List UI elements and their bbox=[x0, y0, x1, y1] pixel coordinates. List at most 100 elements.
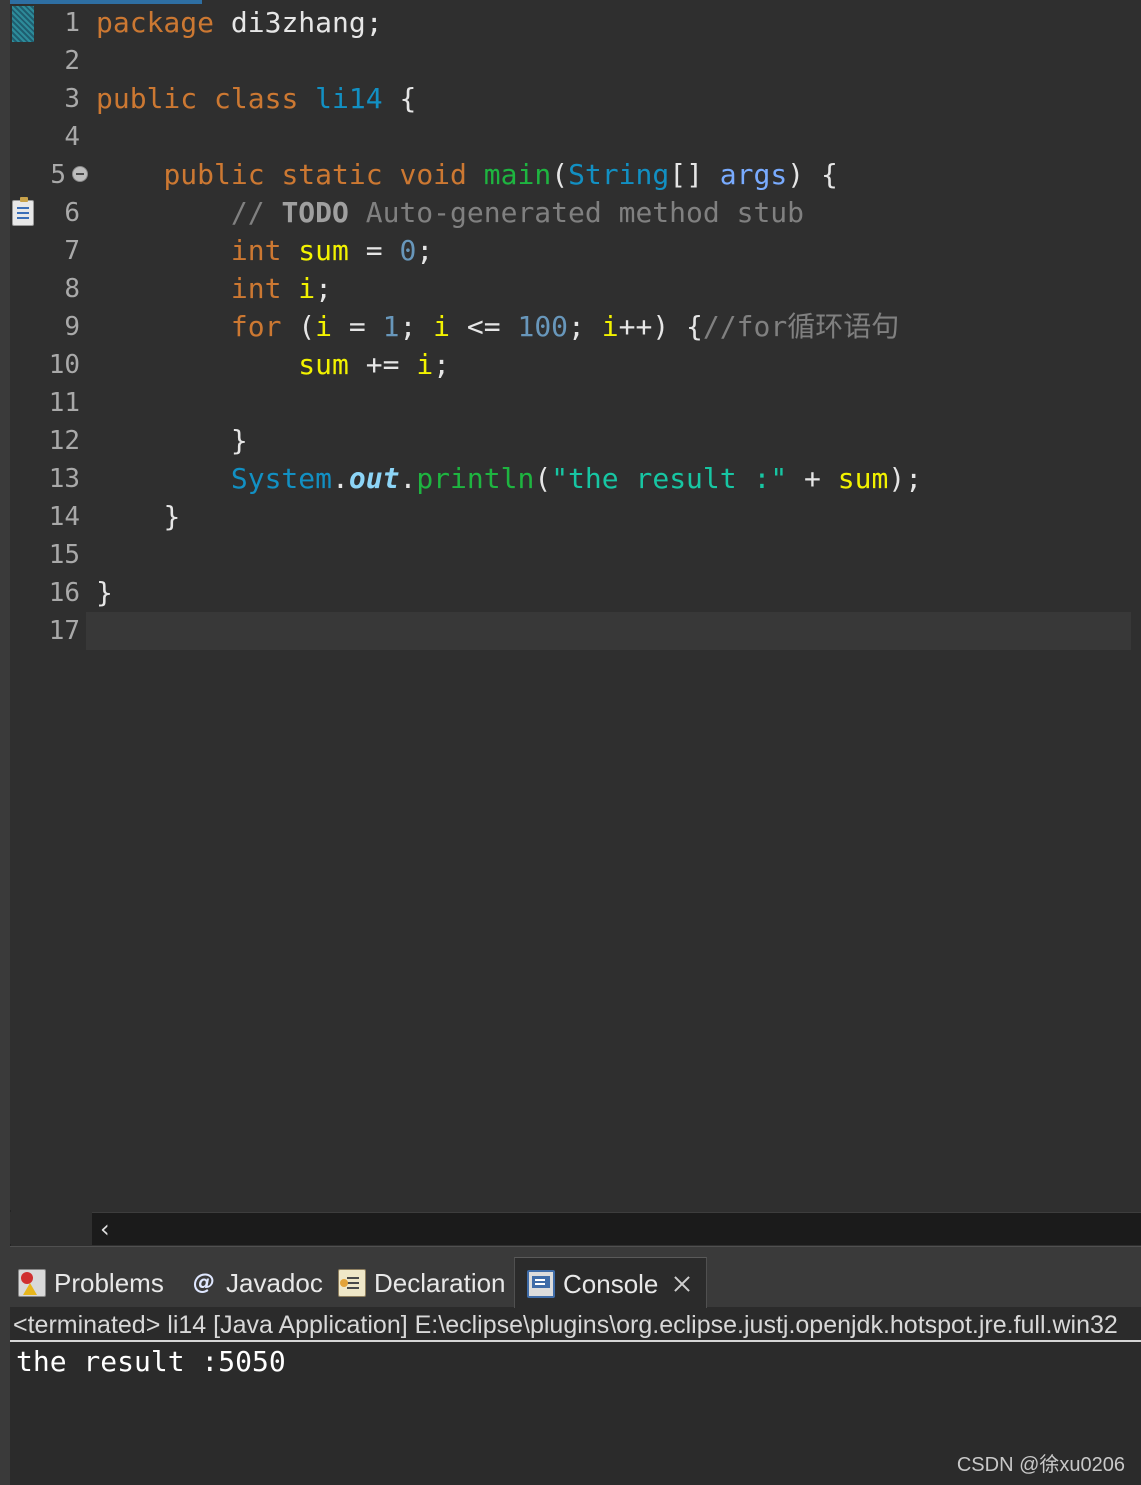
tab-console[interactable]: Console bbox=[514, 1257, 708, 1308]
token-text: ( bbox=[281, 310, 316, 343]
token-type: String bbox=[568, 158, 670, 191]
panel-tab-bar: Problems @ Javadoc Declaration Console bbox=[10, 1246, 1141, 1308]
token-method: println bbox=[416, 462, 535, 495]
token-keyword: for bbox=[230, 310, 282, 343]
line-number: 3 bbox=[64, 84, 80, 114]
token-parameter: args bbox=[719, 158, 788, 191]
token-comment: //for循环语句 bbox=[702, 310, 900, 343]
line-number: 12 bbox=[48, 426, 80, 456]
token-text: ; bbox=[399, 310, 434, 343]
token-local-variable: i bbox=[315, 310, 333, 343]
line-number: 7 bbox=[64, 236, 80, 266]
token-keyword: int bbox=[230, 272, 282, 305]
line-number: 2 bbox=[64, 46, 80, 76]
javadoc-icon: @ bbox=[193, 1270, 215, 1296]
token-number: 0 bbox=[399, 234, 417, 267]
console-output-text[interactable]: the result :5050 bbox=[16, 1342, 286, 1382]
code-line-8: int i; bbox=[96, 270, 332, 308]
token-text: ( bbox=[551, 158, 569, 191]
line-number: 15 bbox=[48, 540, 80, 570]
declaration-icon bbox=[338, 1269, 366, 1298]
token-text: [] bbox=[669, 158, 720, 191]
line-number: 16 bbox=[48, 578, 80, 608]
token-text: ; bbox=[433, 348, 451, 381]
token-text: += bbox=[348, 348, 417, 381]
problems-icon bbox=[18, 1269, 46, 1298]
line-number: 1 bbox=[64, 8, 80, 38]
token-text: ++) { bbox=[618, 310, 703, 343]
token-comment: // bbox=[230, 196, 282, 229]
token-local-variable: sum bbox=[298, 348, 349, 381]
token-comment: Auto-generated method stub bbox=[348, 196, 805, 229]
code-line-1: package di3zhang; bbox=[96, 4, 383, 42]
tab-javadoc[interactable]: @ Javadoc bbox=[190, 1257, 323, 1307]
token-text: { bbox=[382, 82, 417, 115]
token-local-variable: i bbox=[298, 272, 316, 305]
line-number-gutter: 1 2 3 4 5 6 7 8 9 10 11 12 13 14 15 16 1… bbox=[10, 0, 92, 1210]
line-number: 6 bbox=[64, 198, 80, 228]
token-text: di3zhang; bbox=[214, 6, 383, 39]
token-text: . bbox=[332, 462, 349, 495]
token-brace: } bbox=[96, 576, 113, 609]
code-line-3: public class li14 { bbox=[96, 80, 416, 118]
tab-label: Declaration bbox=[374, 1268, 506, 1298]
code-line-9: for (i = 1; i <= 100; i++) {//for循环语句 bbox=[96, 308, 899, 346]
fold-collapse-icon[interactable] bbox=[72, 166, 88, 182]
bottom-panel: Problems @ Javadoc Declaration Console <t… bbox=[10, 1246, 1141, 1485]
token-type: System bbox=[230, 462, 333, 495]
token-text: ; bbox=[568, 310, 602, 343]
token-text: <= bbox=[450, 310, 518, 343]
token-brace: } bbox=[163, 500, 181, 533]
token-class-name: li14 bbox=[315, 82, 383, 115]
eclipse-window: 1 2 3 4 5 6 7 8 9 10 11 12 13 14 15 16 1… bbox=[0, 0, 1141, 1485]
console-icon bbox=[527, 1270, 555, 1299]
scroll-left-icon[interactable]: ‹ bbox=[100, 1213, 110, 1245]
token-text: . bbox=[399, 462, 417, 495]
code-line-14: } bbox=[96, 498, 180, 536]
code-line-6: // TODO Auto-generated method stub bbox=[96, 194, 804, 232]
token-keyword: void bbox=[399, 158, 467, 191]
horizontal-scrollbar[interactable]: ‹ bbox=[92, 1212, 1141, 1245]
tab-problems[interactable]: Problems bbox=[18, 1257, 164, 1307]
token-text: = bbox=[332, 310, 383, 343]
token-text: = bbox=[348, 234, 400, 267]
line-number: 10 bbox=[48, 350, 80, 380]
token-text: ; bbox=[416, 234, 434, 267]
tab-declaration[interactable]: Declaration bbox=[338, 1257, 506, 1307]
line-number: 9 bbox=[64, 312, 80, 342]
token-keyword: public bbox=[96, 82, 198, 115]
line-number: 17 bbox=[48, 616, 80, 646]
token-keyword: class bbox=[214, 82, 299, 115]
token-text: ; bbox=[315, 272, 333, 305]
watermark-text: CSDN @徐xu0206 bbox=[956, 1454, 1125, 1476]
tab-label: Problems bbox=[54, 1268, 164, 1298]
scroll-corner bbox=[10, 1212, 92, 1244]
code-line-12: } bbox=[96, 422, 248, 460]
token-text: ( bbox=[534, 462, 552, 495]
token-keyword: package bbox=[96, 6, 215, 39]
token-keyword: int bbox=[230, 234, 282, 267]
line-number: 13 bbox=[48, 464, 80, 494]
token-keyword: static bbox=[281, 158, 383, 191]
token-static-field: out bbox=[348, 462, 400, 495]
code-line-13: System.out.println("the result :" + sum)… bbox=[96, 460, 922, 498]
line-number: 11 bbox=[48, 388, 80, 418]
token-number: 1 bbox=[382, 310, 400, 343]
close-icon[interactable] bbox=[672, 1274, 692, 1294]
line-number: 14 bbox=[48, 502, 80, 532]
token-local-variable: i bbox=[601, 310, 619, 343]
token-local-variable: sum bbox=[298, 234, 349, 267]
code-text-area[interactable]: package di3zhang; public class li14 { pu… bbox=[96, 0, 1141, 1210]
code-line-7: int sum = 0; bbox=[96, 232, 433, 270]
token-local-variable: sum bbox=[837, 462, 889, 495]
code-line-16: } bbox=[96, 574, 113, 612]
line-number: 8 bbox=[64, 274, 80, 304]
console-process-label: <terminated> li14 [Java Application] E:\… bbox=[10, 1308, 1141, 1342]
token-brace: } bbox=[230, 424, 248, 457]
line-number: 4 bbox=[64, 122, 80, 152]
token-text: + bbox=[787, 462, 838, 495]
token-text: ) { bbox=[787, 158, 838, 191]
editor-tab-accent bbox=[10, 0, 202, 4]
token-method: main bbox=[483, 158, 552, 191]
tab-label: Console bbox=[563, 1269, 659, 1299]
